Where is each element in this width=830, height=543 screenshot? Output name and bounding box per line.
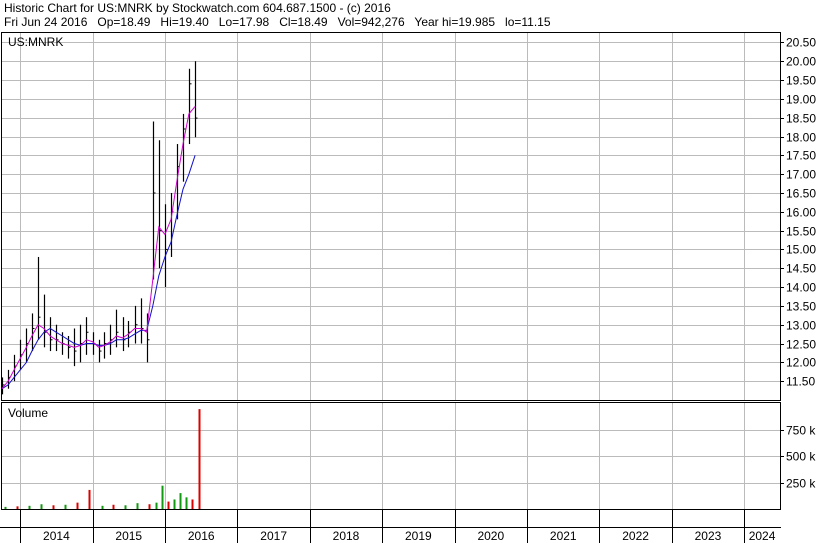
year-label: 2019 <box>405 529 432 543</box>
price-tick-label: 19.00 <box>786 93 816 107</box>
stock-chart: US:MNRK Volume 11.50 12.00 12.50 13.00 13.50… <box>0 32 816 543</box>
price-tick-label: 12.50 <box>786 338 816 352</box>
price-tick-label: 12.00 <box>786 356 816 370</box>
volume-label: Volume <box>8 406 48 420</box>
year-label: 2023 <box>695 529 722 543</box>
year-label: 2015 <box>115 529 142 543</box>
year-label: 2021 <box>550 529 577 543</box>
volume-tick-label: 500 k <box>786 450 816 464</box>
year-label: 2017 <box>260 529 287 543</box>
price-tick-label: 11.50 <box>786 375 815 389</box>
price-tick-label: 20.00 <box>786 55 816 69</box>
symbol-label: US:MNRK <box>8 35 63 49</box>
year-label: 2014 <box>43 529 70 543</box>
price-tick-label: 13.00 <box>786 319 816 333</box>
price-tick-label: 15.00 <box>786 243 816 257</box>
year-label: 2020 <box>477 529 504 543</box>
price-tick-label: 18.00 <box>786 131 816 145</box>
price-tick-label: 14.00 <box>786 281 816 295</box>
year-label: 2018 <box>333 529 360 543</box>
price-tick-label: 16.50 <box>786 187 816 201</box>
price-tick-label: 19.50 <box>786 74 816 88</box>
price-tick-label: 16.00 <box>786 206 816 220</box>
price-tick-label: 15.50 <box>786 225 816 239</box>
price-tick-label: 14.50 <box>786 262 816 276</box>
year-label: 2024 <box>749 529 776 543</box>
price-tick-label: 18.50 <box>786 112 816 126</box>
price-tick-label: 13.50 <box>786 300 816 314</box>
price-tick-label: 20.50 <box>786 36 816 50</box>
price-tick-label: 17.50 <box>786 149 816 163</box>
price-panel <box>1 32 781 401</box>
price-tick-label: 17.00 <box>786 168 816 182</box>
year-label: 2022 <box>622 529 649 543</box>
year-label: 2016 <box>188 529 215 543</box>
volume-tick-label: 250 k <box>786 477 816 491</box>
volume-tick-label: 750 k <box>786 424 816 438</box>
